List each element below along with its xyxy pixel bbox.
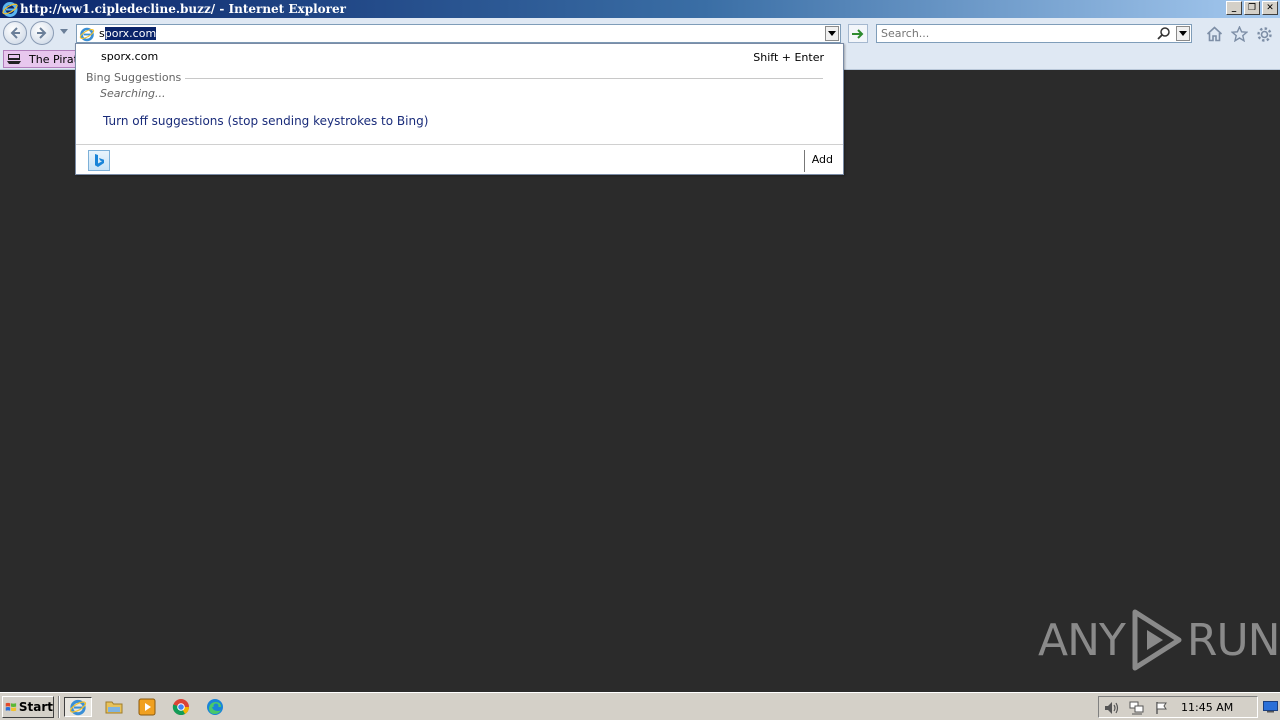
taskbar-edge[interactable] (204, 697, 226, 717)
watermark-text-right: RUN (1186, 614, 1280, 666)
window-controls: _ ❐ ✕ (1226, 1, 1278, 15)
taskbar: Start 11:45 AM (0, 692, 1280, 720)
close-button[interactable]: ✕ (1262, 1, 1278, 15)
address-suggestions-dropdown: sporx.com Shift + Enter Bing Suggestions… (75, 43, 844, 175)
tray-volume[interactable] (1104, 700, 1120, 716)
chevron-down-icon (828, 31, 836, 36)
title-bar: http://ww1.cipledecline.buzz/ - Internet… (0, 0, 1280, 18)
edge-icon (207, 699, 223, 715)
recent-pages-dropdown[interactable] (59, 27, 69, 37)
favorite-item-label: The Pirate (29, 52, 76, 66)
play-logo-icon (1132, 609, 1182, 671)
start-label: Start (18, 700, 53, 714)
start-button[interactable]: Start (2, 696, 54, 718)
suggestion-text: sporx.com (101, 50, 159, 63)
internet-explorer-icon (2, 2, 18, 17)
watermark-text-left: ANY (1038, 614, 1126, 666)
media-player-icon (138, 698, 156, 716)
address-dropdown-button[interactable] (825, 26, 839, 41)
minimize-button[interactable]: _ (1226, 1, 1242, 15)
clock[interactable]: 11:45 AM (1181, 701, 1233, 714)
go-arrow-icon (852, 28, 864, 39)
home-icon (1206, 26, 1222, 42)
taskbar-chrome[interactable] (170, 697, 192, 717)
go-button[interactable] (848, 24, 868, 43)
suggestion-shortcut: Shift + Enter (753, 51, 824, 64)
page-ie-icon (79, 27, 95, 42)
forward-button[interactable] (30, 21, 54, 45)
flag-icon (1156, 702, 1167, 714)
windows-logo-icon (5, 702, 17, 712)
home-button[interactable] (1205, 25, 1223, 43)
dropdown-footer: Add (76, 144, 843, 174)
suggestion-row[interactable]: sporx.com Shift + Enter (76, 47, 843, 67)
taskbar-media-player[interactable] (136, 697, 158, 717)
search-box[interactable] (876, 24, 1192, 43)
turn-off-suggestions-link[interactable]: Turn off suggestions (stop sending keyst… (103, 114, 428, 128)
internet-explorer-icon (69, 699, 87, 716)
taskbar-file-explorer[interactable] (103, 697, 125, 717)
address-autocomplete-selection: porx.com (104, 27, 157, 40)
arrow-left-icon (10, 27, 20, 39)
address-bar[interactable]: sporx.com (76, 24, 841, 43)
add-provider-button[interactable]: Add (812, 153, 833, 166)
folder-icon (105, 701, 123, 714)
tray-action-center[interactable] (1154, 700, 1170, 716)
back-button[interactable] (3, 21, 27, 45)
pirate-ship-icon (7, 54, 21, 64)
search-input[interactable] (877, 25, 1147, 42)
favorite-item[interactable]: The Pirate (3, 50, 77, 68)
system-tray: 11:45 AM (1098, 696, 1258, 718)
searching-status: Searching... (100, 87, 166, 100)
search-icon[interactable] (1156, 26, 1171, 41)
search-provider-dropdown[interactable] (1176, 26, 1190, 41)
chevron-down-icon (1179, 31, 1187, 36)
address-input[interactable]: sporx.com (99, 27, 157, 40)
footer-separator (804, 150, 805, 172)
star-icon (1230, 26, 1248, 42)
arrow-right-icon (37, 27, 47, 39)
bing-suggestions-label: Bing Suggestions (86, 71, 186, 84)
taskbar-separator (58, 696, 60, 718)
speaker-icon (1105, 702, 1119, 714)
bing-icon (95, 154, 104, 167)
gear-icon (1256, 26, 1272, 42)
network-icon (1129, 701, 1144, 715)
section-divider (86, 78, 823, 79)
address-typed-text: s (99, 27, 105, 40)
tray-network[interactable] (1129, 700, 1145, 716)
tools-button[interactable] (1255, 25, 1273, 43)
chrome-icon (172, 699, 190, 716)
favorites-button[interactable] (1230, 25, 1248, 43)
anyrun-watermark: ANY RUN (1038, 608, 1280, 672)
show-desktop-button[interactable] (1262, 698, 1278, 716)
taskbar-internet-explorer[interactable] (64, 697, 92, 717)
restore-button[interactable]: ❐ (1244, 1, 1260, 15)
desktop-icon (1262, 701, 1278, 713)
bing-provider-button[interactable] (88, 150, 110, 171)
chevron-down-icon (60, 29, 68, 34)
window-title: http://ww1.cipledecline.buzz/ - Internet… (20, 2, 346, 16)
